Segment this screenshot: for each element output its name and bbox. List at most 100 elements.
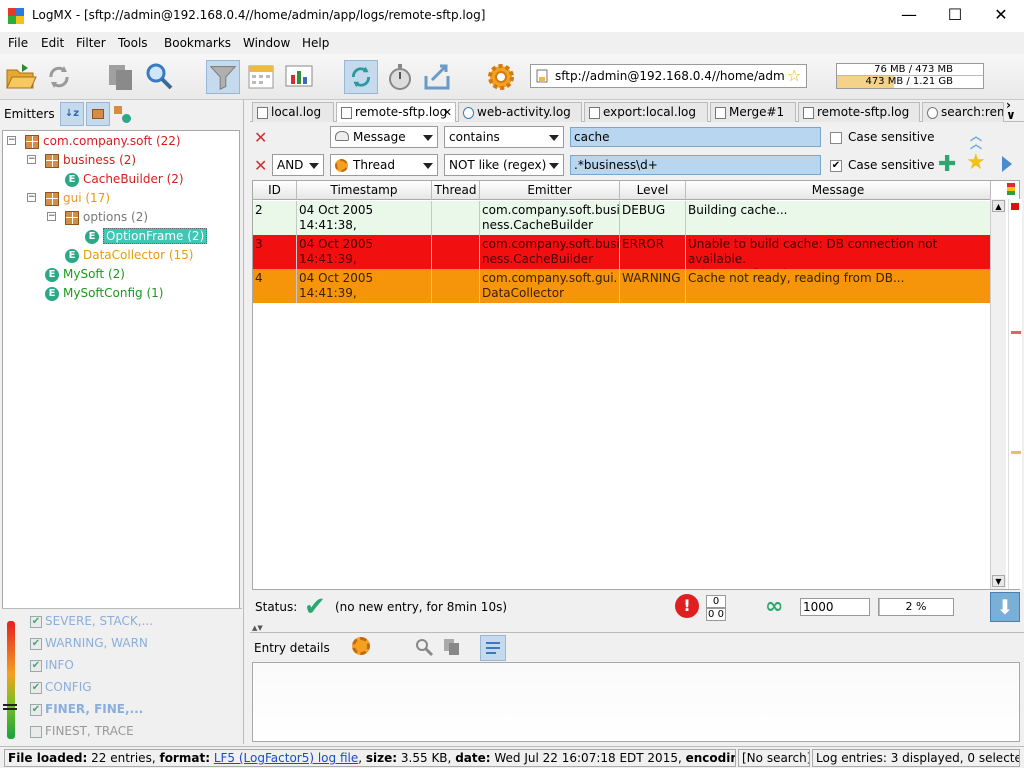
add-filter-icon[interactable]: ✚ <box>938 152 956 177</box>
table-row[interactable]: 2 04 Oct 2005 14:41:38,050 com.company.sof… <box>253 201 991 235</box>
tab-search[interactable]: search:rem <box>922 102 1004 122</box>
stopwatch-icon[interactable] <box>383 60 417 94</box>
level-slider[interactable] <box>7 621 15 739</box>
details-copy-icon[interactable] <box>442 637 462 657</box>
filter-2-case-sensitive[interactable]: ✔ Case sensitive <box>830 158 935 172</box>
entry-details-content[interactable] <box>252 662 1020 742</box>
filter-2-value-input[interactable]: .*business\d+ <box>570 155 821 175</box>
menu-help[interactable]: Help <box>302 36 329 50</box>
menu-file[interactable]: File <box>8 36 28 50</box>
remove-filter-1-icon[interactable]: ✕ <box>254 128 267 147</box>
alert-icon[interactable]: ! <box>675 594 699 618</box>
filter-2-op-select[interactable]: NOT like (regex) <box>444 154 564 176</box>
apply-filter-icon[interactable] <box>1002 156 1012 172</box>
level-slider-handle[interactable] <box>3 704 17 710</box>
tabs-overflow-icon[interactable]: › ∨ <box>1006 99 1016 121</box>
tree-node-datacollector[interactable]: E DataCollector (15) <box>65 246 193 264</box>
filter-1-field-select[interactable]: Message <box>330 126 438 148</box>
sort-az-icon[interactable]: ↓z <box>60 102 84 126</box>
col-level[interactable]: Level <box>620 181 686 200</box>
table-row[interactable]: 3 04 Oct 2005 14:41:39,105 com.company.sof… <box>253 235 991 269</box>
filter-1-case-sensitive[interactable]: Case sensitive <box>830 130 935 144</box>
url-field[interactable]: sftp://admin@192.168.0.4//home/admin ☆ <box>530 64 807 88</box>
minimize-button[interactable]: — <box>886 0 932 32</box>
checkbox-icon[interactable] <box>30 725 42 738</box>
level-warning[interactable]: ✔ WARNING, WARN <box>30 633 148 653</box>
filter-1-value-input[interactable]: cache <box>570 127 821 147</box>
scroll-to-end-icon[interactable]: ⬇ <box>990 592 1020 622</box>
tree-node-optionframe[interactable]: E OptionFrame (2) <box>85 227 208 245</box>
menu-window[interactable]: Window <box>243 36 290 50</box>
package-view-icon[interactable] <box>86 102 110 126</box>
error-marker[interactable] <box>1011 331 1021 334</box>
search-icon[interactable] <box>142 60 176 94</box>
tree-node-gui[interactable]: gui (17) <box>45 189 110 207</box>
close-button[interactable]: ✕ <box>978 0 1024 32</box>
tree-toggle[interactable]: − <box>27 193 36 202</box>
bookmark-star-icon[interactable]: ☆ <box>787 66 801 85</box>
filter-2-logic-select[interactable]: AND <box>272 154 324 176</box>
chart-icon[interactable] <box>282 60 316 94</box>
details-search-icon[interactable] <box>414 637 434 657</box>
close-tab-icon[interactable]: ✕ <box>443 103 452 122</box>
filter-1-op-select[interactable]: contains <box>444 126 564 148</box>
tree-node-mysoft[interactable]: E MySoft (2) <box>45 265 125 283</box>
tab-remote-sftp-log-2[interactable]: remote-sftp.log <box>798 102 920 122</box>
scroll-down-icon[interactable]: ▼ <box>992 575 1005 587</box>
filter-2-field-select[interactable]: Thread <box>330 154 438 176</box>
tab-export-local-log[interactable]: export:local.log <box>584 102 708 122</box>
menu-tools[interactable]: Tools <box>118 36 148 50</box>
filter-icon[interactable] <box>206 60 240 94</box>
tree-toggle[interactable]: − <box>47 212 56 221</box>
menu-bookmarks[interactable]: Bookmarks <box>164 36 231 50</box>
tab-remote-sftp-log[interactable]: remote-sftp.log ✕ <box>336 102 456 122</box>
error-marker[interactable] <box>1011 203 1019 210</box>
collapse-up-icon[interactable]: ︿ ︿ <box>970 130 982 150</box>
checkbox-icon[interactable] <box>830 131 842 144</box>
col-message[interactable]: Message <box>686 181 991 200</box>
url-text[interactable]: sftp://admin@192.168.0.4//home/admin <box>555 69 785 83</box>
format-link[interactable]: LF5 (LogFactor5) log file <box>214 751 358 765</box>
infinite-icon[interactable]: ∞ <box>765 594 783 619</box>
tree-toggle[interactable]: − <box>7 136 16 145</box>
checkbox-icon[interactable]: ✔ <box>30 637 42 650</box>
reload-icon[interactable] <box>42 60 76 94</box>
level-info[interactable]: ✔ INFO <box>30 655 74 675</box>
table-row[interactable]: 4 04 Oct 2005 14:41:39,110 com.company.sof… <box>253 269 991 303</box>
maximize-button[interactable]: ☐ <box>932 0 978 32</box>
tree-toggle[interactable]: − <box>27 155 36 164</box>
remove-filter-2-icon[interactable]: ✕ <box>254 156 267 175</box>
column-settings-icon[interactable] <box>1005 183 1017 195</box>
tab-local-log[interactable]: local.log <box>252 102 334 122</box>
details-wrap-toggle-icon[interactable] <box>480 635 506 661</box>
col-id[interactable]: ID <box>253 181 297 200</box>
table-scrollbar[interactable]: ▲ ▼ <box>990 199 1006 589</box>
scroll-up-icon[interactable]: ▲ <box>992 200 1005 212</box>
level-finest[interactable]: FINEST, TRACE <box>30 721 134 741</box>
favorite-star-icon[interactable]: ★ <box>966 150 986 175</box>
details-settings-gear-icon[interactable] <box>352 637 370 655</box>
level-config[interactable]: ✔ CONFIG <box>30 677 92 697</box>
settings-gear-icon[interactable] <box>484 60 518 94</box>
max-entries-input[interactable]: 1000 <box>800 598 870 616</box>
auto-refresh-icon[interactable] <box>344 60 378 94</box>
tree-node-business[interactable]: business (2) <box>45 151 136 169</box>
menu-filter[interactable]: Filter <box>76 36 106 50</box>
menu-edit[interactable]: Edit <box>41 36 64 50</box>
level-severe[interactable]: ✔ SEVERE, STACK,... <box>30 611 153 631</box>
tree-settings-icon[interactable] <box>114 106 132 124</box>
splitter-arrows-icon[interactable]: ▲▼ <box>252 624 292 632</box>
tree-node-mysoftconfig[interactable]: E MySoftConfig (1) <box>45 284 163 302</box>
checkbox-icon[interactable]: ✔ <box>30 615 42 628</box>
level-finer[interactable]: ✔ FINER, FINE,... <box>30 699 143 719</box>
col-timestamp[interactable]: Timestamp <box>297 181 432 200</box>
col-thread[interactable]: Thread <box>432 181 480 200</box>
checkbox-icon[interactable]: ✔ <box>30 681 42 694</box>
checkbox-icon[interactable]: ✔ <box>30 703 42 716</box>
tab-web-activity-log[interactable]: web-activity.log <box>458 102 582 122</box>
warning-marker[interactable] <box>1011 451 1021 454</box>
export-icon[interactable] <box>420 60 454 94</box>
copy-icon[interactable] <box>104 60 138 94</box>
tree-node-cachebuilder[interactable]: E CacheBuilder (2) <box>65 170 184 188</box>
open-folder-icon[interactable] <box>4 60 38 94</box>
